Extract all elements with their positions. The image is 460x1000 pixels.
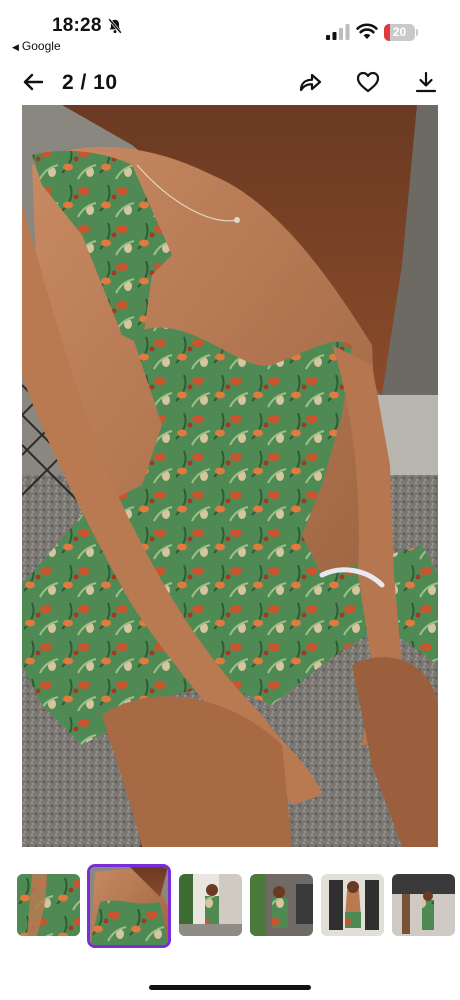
share-icon	[299, 73, 322, 92]
thumbnail-3[interactable]	[179, 874, 242, 936]
back-triangle-icon: ◀	[12, 42, 19, 52]
share-button[interactable]	[296, 68, 324, 96]
arrow-left-icon	[23, 73, 44, 91]
signal-icon	[326, 24, 350, 40]
heart-icon	[356, 71, 380, 93]
favorite-button[interactable]	[354, 68, 382, 96]
download-button[interactable]	[412, 68, 440, 96]
thumbnail-5[interactable]	[321, 874, 384, 936]
photo-image	[22, 105, 438, 847]
thumbnail-4[interactable]	[250, 874, 313, 936]
wifi-icon	[356, 23, 378, 39]
status-time: 18:28	[52, 15, 102, 36]
thumbnail-2-active[interactable]	[87, 864, 171, 948]
bell-slash-icon	[108, 18, 122, 34]
image-counter: 2 / 10	[62, 71, 118, 94]
battery-level: 20	[392, 25, 407, 39]
thumbnail-strip	[0, 860, 460, 950]
back-button[interactable]	[19, 68, 47, 96]
thumbnail-6[interactable]	[392, 874, 455, 936]
home-indicator	[149, 985, 311, 990]
thumbnail-1[interactable]	[17, 874, 80, 936]
back-app-label: Google	[21, 39, 61, 53]
download-icon	[415, 71, 437, 93]
battery-icon: 20	[384, 24, 418, 41]
back-to-app-link[interactable]: ◀ Google	[12, 39, 61, 53]
main-photo[interactable]	[22, 105, 438, 847]
gallery-toolbar: 2 / 10	[0, 62, 460, 102]
status-bar: 18:28 ◀ Google 20	[0, 0, 460, 60]
